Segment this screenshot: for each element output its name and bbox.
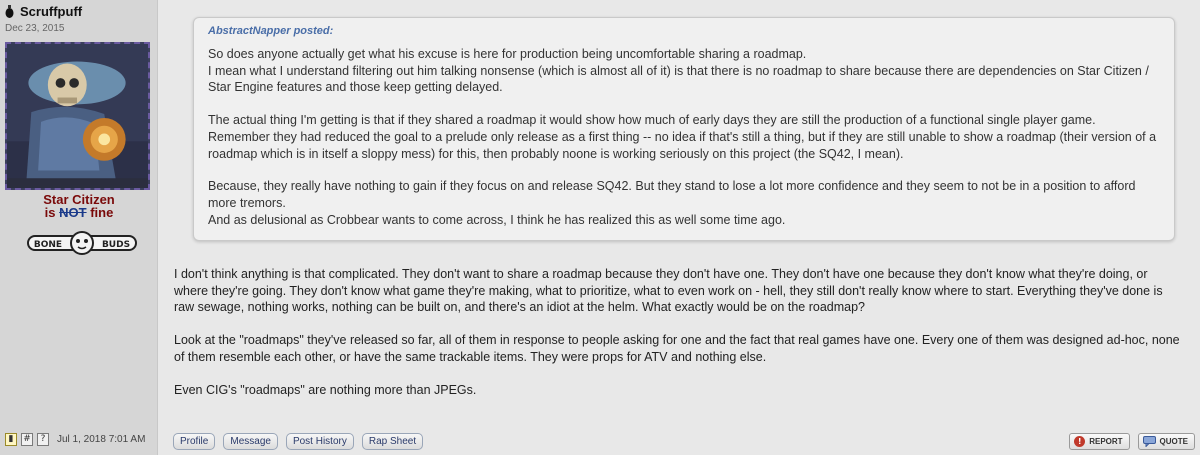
note-icon[interactable]: ▮ — [5, 433, 17, 446]
post-meta: ▮ # ? Jul 1, 2018 7:01 AM — [5, 433, 145, 446]
quote-paragraph: And as delusional as Crobbear wants to c… — [208, 212, 786, 227]
message-button[interactable]: Message — [223, 433, 278, 450]
help-icon[interactable]: ? — [37, 433, 49, 446]
report-label: REPORT — [1089, 437, 1123, 446]
quote-paragraph: Because, they really have nothing to gai… — [208, 179, 1136, 210]
profile-button[interactable]: Profile — [173, 433, 216, 450]
post-actions: Profile Message Post History Rap Sheet — [173, 433, 424, 450]
svg-text:BUDS: BUDS — [102, 240, 130, 250]
post-paragraph: Look at the "roadmaps" they've released … — [174, 333, 1180, 364]
post-timestamp: Jul 1, 2018 7:01 AM — [57, 434, 146, 445]
post-paragraph: I don't think anything is that complicat… — [174, 267, 1163, 315]
post-body: I don't think anything is that complicat… — [174, 266, 1184, 398]
quote-button[interactable]: QUOTE — [1137, 433, 1195, 450]
grenade-icon — [5, 5, 14, 18]
quote-paragraph: The actual thing I'm getting is that if … — [208, 113, 1157, 161]
title-not: NOT — [59, 205, 87, 220]
user-title-line2: is NOT fine — [0, 205, 158, 220]
username[interactable]: Scruffpuff — [20, 4, 82, 19]
speech-bubble-icon — [1142, 436, 1156, 447]
user-sidebar: Scruffpuff Dec 23, 2015 Star Citizen is … — [0, 0, 158, 455]
post-right-actions: ! REPORT QUOTE — [1069, 433, 1195, 450]
join-date: Dec 23, 2015 — [5, 23, 65, 34]
title-is: is — [44, 205, 56, 220]
quote-label: QUOTE — [1159, 437, 1188, 446]
svg-text:BONE: BONE — [34, 240, 62, 250]
report-button[interactable]: ! REPORT — [1069, 433, 1130, 450]
rap-sheet-button[interactable]: Rap Sheet — [361, 433, 424, 450]
username-row: Scruffpuff — [5, 4, 82, 19]
quote-author[interactable]: AbstractNapper posted: — [208, 25, 1160, 37]
quote-paragraph: I mean what I understand filtering out h… — [208, 63, 1149, 95]
bone-buds-badge: BONE BUDS — [26, 228, 138, 258]
post-history-button[interactable]: Post History — [285, 433, 354, 450]
report-icon: ! — [1074, 436, 1086, 447]
title-fine: fine — [90, 205, 114, 220]
quote-paragraph: So does anyone actually get what his exc… — [208, 47, 807, 61]
permalink-icon[interactable]: # — [21, 433, 33, 446]
avatar-image — [7, 44, 148, 188]
avatar — [5, 42, 150, 190]
post-paragraph: Even CIG's "roadmaps" are nothing more t… — [174, 382, 477, 397]
bone-buds-logo: BONE BUDS — [27, 231, 137, 255]
quote-block: AbstractNapper posted: So does anyone ac… — [193, 17, 1175, 241]
